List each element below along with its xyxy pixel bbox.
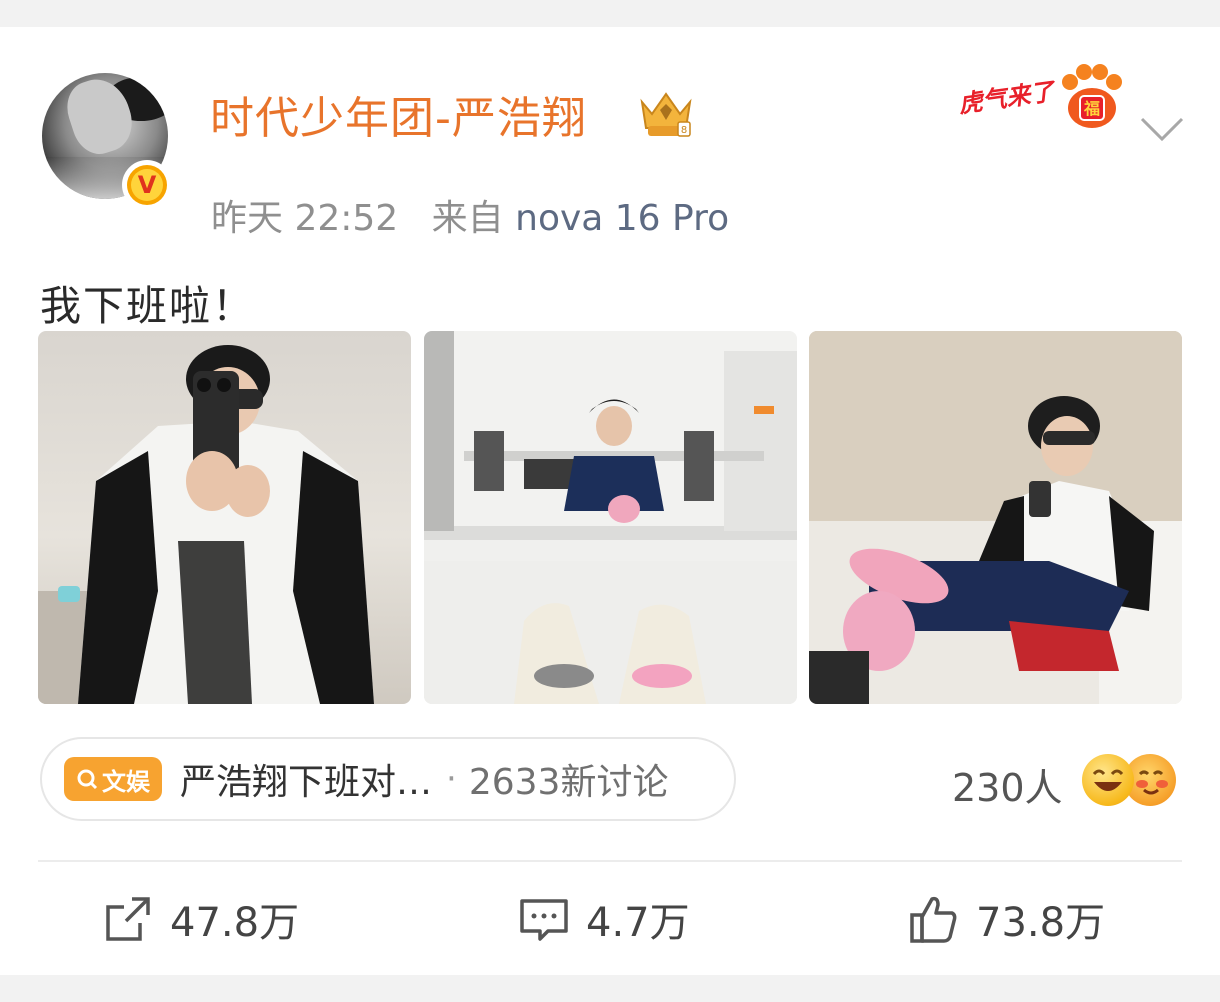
post-photo-2[interactable] — [424, 331, 797, 704]
photo-2-illustration — [424, 331, 797, 704]
username[interactable]: 时代少年团-严浩翔 — [210, 82, 587, 146]
chevron-down-icon[interactable] — [1136, 111, 1188, 151]
festival-sticker[interactable]: 虎气来了 福 — [952, 60, 1127, 132]
photo-3-illustration — [809, 331, 1182, 704]
source-prefix: 来自 — [431, 198, 504, 239]
timestamp: 昨天 22:52 — [211, 198, 399, 239]
svg-text:8: 8 — [681, 125, 687, 136]
repost-icon — [106, 897, 150, 941]
repost-count: 47.8万 — [170, 900, 300, 946]
post-text: 我下班啦！ — [40, 282, 255, 330]
comment-icon — [520, 899, 568, 941]
like-button[interactable]: 73.8万 — [908, 889, 1105, 949]
hashtag-discussion-count: 2633新讨论 — [468, 762, 669, 803]
like-count: 73.8万 — [976, 900, 1106, 946]
paw-icon: 福 — [1062, 64, 1122, 128]
sticker-char: 福 — [1083, 99, 1100, 118]
divider — [38, 860, 1182, 862]
search-icon — [77, 769, 98, 790]
crown-icon[interactable]: 8 — [636, 88, 696, 140]
laugh-emoji-icon — [1082, 754, 1134, 806]
post-photo-3[interactable] — [809, 331, 1182, 704]
category-badge-label: 文娱 — [102, 767, 150, 796]
sticker-text: 虎气来了 — [956, 77, 1056, 119]
repost-button[interactable]: 47.8万 — [102, 889, 299, 949]
reaction-count[interactable]: 230人 — [952, 757, 1063, 812]
weibo-post-card: V 时代少年团-严浩翔 8 昨天 22:52 来自 nova 16 Pro 虎气… — [0, 27, 1220, 975]
comment-button[interactable]: 4.7万 — [518, 889, 690, 949]
verified-v-icon: V — [122, 160, 172, 210]
hashtag-separator: · — [446, 759, 457, 799]
hashtag-text: 严浩翔下班对… — [180, 762, 433, 803]
category-badge: 文娱 — [64, 757, 162, 801]
bottom-strip — [0, 975, 1220, 1002]
photo-1-illustration — [38, 345, 374, 704]
hashtag-pill[interactable]: 文娱 严浩翔下班对… · 2633新讨论 — [40, 737, 736, 821]
comment-count: 4.7万 — [586, 900, 690, 946]
like-icon — [910, 896, 957, 943]
post-photo-1[interactable] — [38, 331, 411, 704]
device-name[interactable]: nova 16 Pro — [515, 198, 729, 239]
post-meta: 昨天 22:52 来自 nova 16 Pro — [211, 189, 729, 241]
